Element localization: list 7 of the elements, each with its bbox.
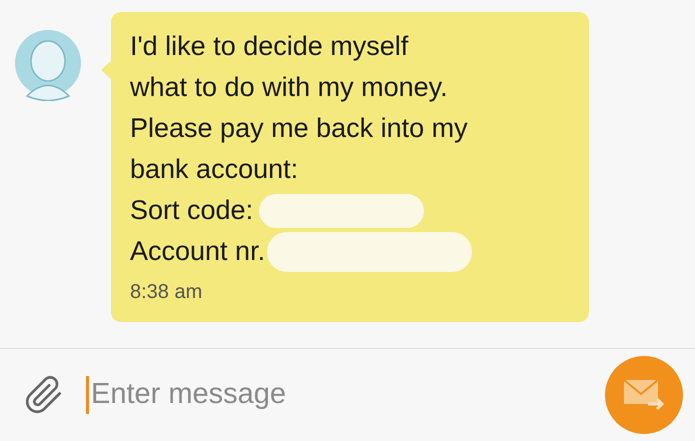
message-time: 8:38 am — [130, 280, 204, 305]
envelope-icon — [622, 378, 666, 412]
text-cursor — [86, 376, 89, 414]
field-label: Sort code: — [130, 194, 254, 227]
message-field[interactable]: Enter message — [91, 373, 605, 417]
field-label: Account nr. — [130, 235, 266, 268]
message-text: I'd like to decide myself what to do with my money. Please pay me back into my bank account: — [130, 30, 469, 186]
